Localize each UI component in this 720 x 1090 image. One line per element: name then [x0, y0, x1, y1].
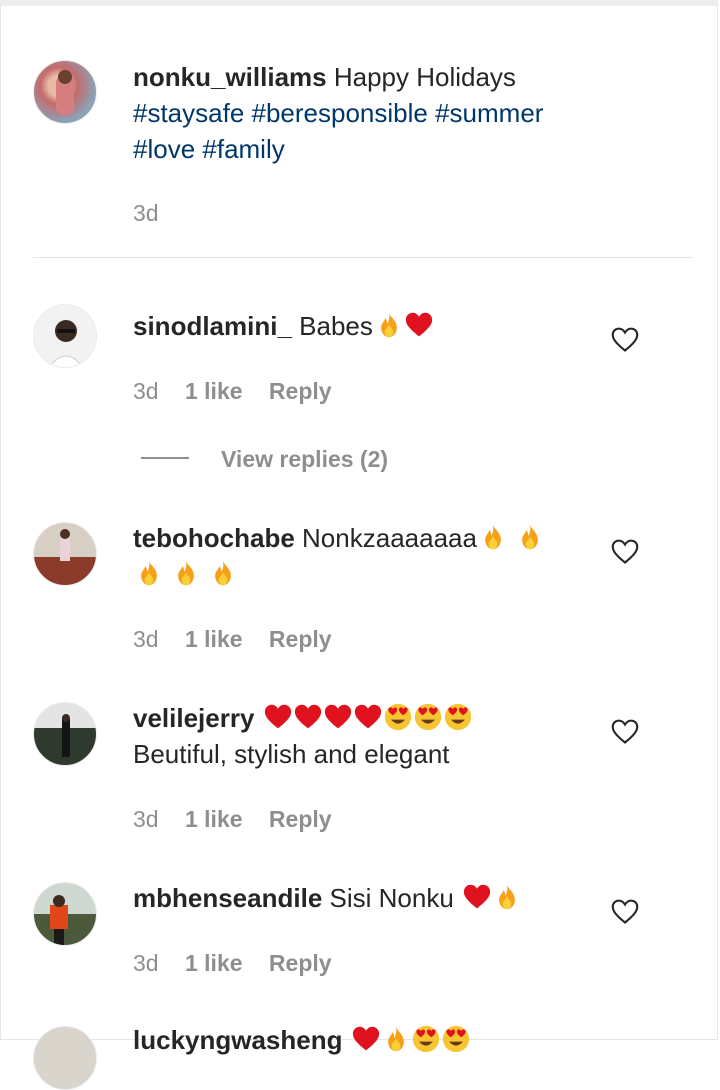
caption-text: nonku_williams Happy Holidays #staysafe …: [133, 59, 653, 167]
hashtag-line[interactable]: #staysafe #beresponsible #summer: [133, 98, 543, 128]
like-count[interactable]: 1 like: [185, 626, 243, 652]
fire-icon: [479, 523, 507, 551]
view-replies-button[interactable]: View replies (2): [221, 446, 388, 473]
timestamp: 3d: [133, 378, 159, 404]
heart-icon: [463, 883, 491, 911]
comment-body: Sisi Nonku: [329, 883, 454, 913]
like-count[interactable]: 1 like: [185, 806, 243, 832]
caption-meta: 3d: [133, 200, 179, 227]
like-heart-icon[interactable]: [611, 326, 639, 354]
comment-text: tebohochabe Nonkzaaaaaaa: [133, 520, 573, 592]
like-count[interactable]: 1 like: [185, 950, 243, 976]
comment-meta: 3d 1 like Reply: [133, 950, 352, 977]
fire-icon: [493, 883, 521, 911]
fire-icon: [172, 559, 200, 587]
hashtag-line[interactable]: #love #family: [133, 134, 285, 164]
heart-icon: [324, 703, 352, 731]
comment-body: Beutiful, stylish and elegant: [133, 739, 450, 769]
avatar[interactable]: [33, 522, 97, 586]
reply-button[interactable]: Reply: [269, 378, 332, 404]
heart-eyes-icon: [412, 1025, 440, 1053]
comment-text: velilejerry Beutiful, stylish and elegan…: [133, 700, 593, 772]
reply-button[interactable]: Reply: [269, 806, 332, 832]
fire-icon: [209, 559, 237, 587]
comment-meta: 3d 1 like Reply: [133, 806, 352, 833]
heart-icon: [352, 1025, 380, 1053]
fire-icon: [516, 523, 544, 551]
avatar[interactable]: [33, 882, 97, 946]
fire-icon: [135, 559, 163, 587]
comment-meta: 3d 1 like Reply: [133, 626, 352, 653]
timestamp: 3d: [133, 626, 159, 652]
comment-username[interactable]: velilejerry: [133, 703, 254, 733]
comment-text: mbhenseandile Sisi Nonku: [133, 880, 521, 916]
heart-icon: [294, 703, 322, 731]
profile-photo-icon: [50, 895, 68, 945]
fire-icon: [375, 311, 403, 339]
like-count[interactable]: 1 like: [185, 378, 243, 404]
fire-icon: [382, 1025, 410, 1053]
heart-eyes-icon: [384, 703, 412, 731]
comment-username[interactable]: luckyngwasheng: [133, 1025, 343, 1055]
comment-body: Nonkzaaaaaaa: [302, 523, 477, 553]
comment-meta: 3d 1 like Reply: [133, 378, 352, 405]
like-heart-icon[interactable]: [611, 898, 639, 926]
reply-button[interactable]: Reply: [269, 626, 332, 652]
heart-eyes-icon: [414, 703, 442, 731]
profile-photo-icon: [56, 70, 74, 115]
heart-icon: [264, 703, 292, 731]
reply-button[interactable]: Reply: [269, 950, 332, 976]
timestamp: 3d: [133, 200, 159, 226]
comment-body: Babes: [299, 311, 373, 341]
like-heart-icon[interactable]: [611, 538, 639, 566]
comment-username[interactable]: sinodlamini_: [133, 311, 292, 341]
timestamp: 3d: [133, 950, 159, 976]
caption-username[interactable]: nonku_williams: [133, 62, 327, 92]
comments-screen: nonku_williams Happy Holidays #staysafe …: [0, 0, 718, 1090]
heart-icon: [405, 311, 433, 339]
comment-text: luckyngwasheng: [133, 1022, 470, 1058]
profile-photo-icon: [62, 714, 70, 757]
profile-photo-icon: [60, 529, 70, 561]
comment-username[interactable]: mbhenseandile: [133, 883, 322, 913]
divider: [33, 257, 693, 258]
heart-icon: [354, 703, 382, 731]
avatar[interactable]: [33, 304, 97, 368]
comment-username[interactable]: tebohochabe: [133, 523, 295, 553]
avatar[interactable]: [33, 1026, 97, 1090]
replies-line: [141, 457, 189, 459]
profile-photo-icon: [48, 320, 84, 367]
comment-text: sinodlamini_ Babes: [133, 308, 433, 344]
heart-eyes-icon: [442, 1025, 470, 1053]
avatar[interactable]: [33, 60, 97, 124]
timestamp: 3d: [133, 806, 159, 832]
caption-body: Happy Holidays: [333, 62, 516, 92]
avatar[interactable]: [33, 702, 97, 766]
like-heart-icon[interactable]: [611, 718, 639, 746]
heart-eyes-icon: [444, 703, 472, 731]
